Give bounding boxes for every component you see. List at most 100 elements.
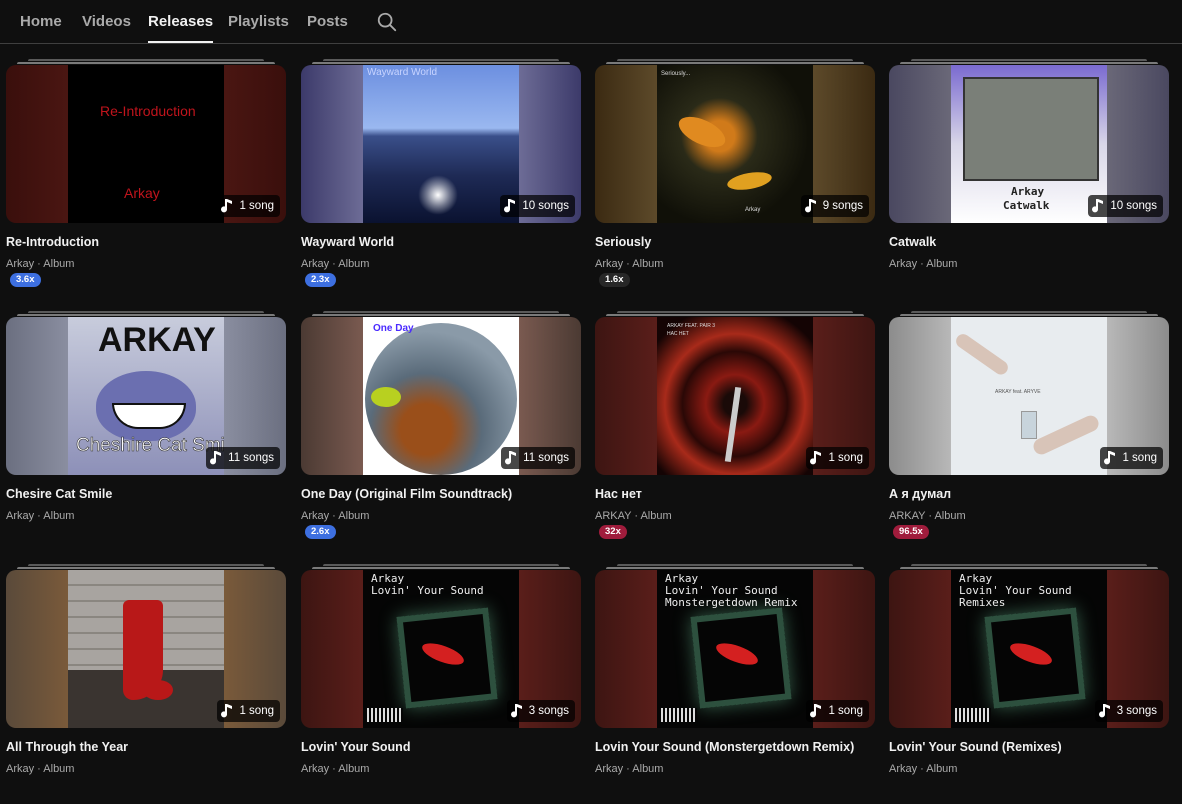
release-title[interactable]: Wayward World	[301, 235, 394, 249]
stack-edge	[323, 311, 559, 313]
release-title[interactable]: А я думал	[889, 487, 951, 501]
release-title[interactable]: Chesire Cat Smile	[6, 487, 112, 501]
music-note-icon	[210, 451, 222, 465]
song-count: 3 songs	[528, 705, 569, 717]
album-art	[68, 570, 224, 728]
art-text: Arkay	[1011, 185, 1045, 198]
release-card[interactable]: Wayward World 10 songs Wayward World Ark…	[301, 59, 581, 299]
album-thumbnail[interactable]: ARKAY Cheshire Cat Smile 11 songs	[6, 317, 286, 475]
music-note-icon	[504, 199, 516, 213]
song-count: 9 songs	[822, 200, 863, 212]
release-meta: Arkay · Album	[595, 763, 664, 775]
album-art: ARKAY FEAT. PAIR 3 НАС НЕТ	[657, 317, 813, 475]
release-card[interactable]: Arkay Catwalk 10 songs Catwalk Arkay · A…	[889, 59, 1169, 299]
music-note-icon	[1104, 451, 1116, 465]
tab-videos[interactable]: Videos	[82, 13, 131, 43]
thumbnail-backdrop	[595, 570, 657, 728]
stack-edge	[323, 59, 559, 61]
release-title[interactable]: One Day (Original Film Soundtrack)	[301, 487, 512, 501]
tab-home[interactable]: Home	[20, 13, 62, 43]
album-art: ARKAY Cheshire Cat Smile	[68, 317, 224, 475]
song-count: 11 songs	[228, 452, 274, 464]
release-card[interactable]: 1 song All Through the Year Arkay · Albu…	[6, 564, 286, 804]
thumbnail-backdrop	[301, 570, 363, 728]
album-thumbnail[interactable]: Arkay Lovin' Your Sound 3 songs	[301, 570, 581, 728]
song-count: 3 songs	[1116, 705, 1157, 717]
release-title[interactable]: Catwalk	[889, 235, 936, 249]
release-title[interactable]: Lovin' Your Sound	[301, 740, 410, 754]
release-card[interactable]: Re-Introduction Arkay 1 song Re-Introduc…	[6, 59, 286, 299]
song-count-badge: 1 song	[1100, 447, 1163, 469]
release-card[interactable]: Arkay Lovin' Your Sound Remixes 3 songs Lo…	[889, 564, 1169, 804]
release-meta: Arkay · Album	[6, 510, 75, 522]
album-thumbnail[interactable]: One Day 11 songs	[301, 317, 581, 475]
album-art: Arkay Lovin' Your Sound	[363, 570, 519, 728]
release-card[interactable]: Seriously... Arkay 9 songs Seriously Ark…	[595, 59, 875, 299]
release-meta: Arkay · Album	[301, 763, 370, 775]
speed-badge: 96.5x	[893, 525, 929, 539]
release-card[interactable]: Arkay Lovin' Your Sound Monstergetdown Rem…	[595, 564, 875, 804]
stack-edge	[900, 62, 1158, 64]
speed-badge: 2.3x	[305, 273, 336, 287]
stack-edge	[606, 567, 864, 569]
thumbnail-backdrop	[889, 65, 951, 223]
release-card[interactable]: ARKAY feat. ARYVE 1 song А я думал ARKAY…	[889, 311, 1169, 551]
release-card[interactable]: ARKAY FEAT. PAIR 3 НАС НЕТ 1 song Нас не…	[595, 311, 875, 551]
stack-edge	[28, 564, 264, 566]
album-thumbnail[interactable]: 1 song	[6, 570, 286, 728]
music-note-icon	[1092, 199, 1104, 213]
music-note-icon	[221, 199, 233, 213]
stack-edge	[28, 311, 264, 313]
song-count-badge: 10 songs	[500, 195, 575, 217]
release-meta: Arkay · Album	[6, 763, 75, 775]
tab-posts[interactable]: Posts	[307, 13, 348, 43]
album-thumbnail[interactable]: Arkay Catwalk 10 songs	[889, 65, 1169, 223]
album-thumbnail[interactable]: ARKAY feat. ARYVE 1 song	[889, 317, 1169, 475]
stack-edge	[617, 564, 853, 566]
release-title[interactable]: Re-Introduction	[6, 235, 99, 249]
tab-playlists[interactable]: Playlists	[228, 13, 289, 43]
thumbnail-backdrop	[6, 65, 68, 223]
stack-edge	[900, 567, 1158, 569]
art-text: ARKAY	[98, 321, 216, 359]
release-card[interactable]: ARKAY Cheshire Cat Smile 11 songs Chesir…	[6, 311, 286, 551]
release-card[interactable]: One Day 11 songs One Day (Original Film …	[301, 311, 581, 551]
song-count-badge: 10 songs	[1088, 195, 1163, 217]
art-text: Arkay	[124, 185, 160, 201]
music-note-icon	[810, 451, 822, 465]
art-text: Wayward World	[367, 67, 438, 78]
album-art: Arkay Lovin' Your Sound Remixes	[951, 570, 1107, 728]
release-title[interactable]: All Through the Year	[6, 740, 128, 754]
song-count: 1 song	[239, 200, 274, 212]
album-thumbnail[interactable]: Arkay Lovin' Your Sound Remixes 3 songs	[889, 570, 1169, 728]
album-thumbnail[interactable]: Re-Introduction Arkay 1 song	[6, 65, 286, 223]
album-thumbnail[interactable]: Wayward World 10 songs	[301, 65, 581, 223]
release-meta: Arkay · Album	[301, 258, 370, 270]
song-count-badge: 3 songs	[1094, 700, 1163, 722]
song-count: 11 songs	[523, 452, 569, 464]
album-thumbnail[interactable]: ARKAY FEAT. PAIR 3 НАС НЕТ 1 song	[595, 317, 875, 475]
album-art: ARKAY feat. ARYVE	[951, 317, 1107, 475]
thumbnail-backdrop	[889, 570, 951, 728]
release-meta: ARKAY · Album	[595, 510, 672, 522]
stack-edge	[911, 311, 1147, 313]
release-title[interactable]: Lovin Your Sound (Monstergetdown Remix)	[595, 740, 854, 754]
art-text: Remixes	[959, 596, 1006, 609]
album-thumbnail[interactable]: Arkay Lovin' Your Sound Monstergetdown Rem…	[595, 570, 875, 728]
release-title[interactable]: Lovin' Your Sound (Remixes)	[889, 740, 1062, 754]
channel-tabs: Home Videos Releases Playlists Posts	[0, 0, 1182, 44]
search-icon[interactable]	[376, 11, 398, 33]
song-count-badge: 1 song	[217, 700, 280, 722]
release-title[interactable]: Seriously	[595, 235, 651, 249]
release-card[interactable]: Arkay Lovin' Your Sound 3 songs Lovin' Yo…	[301, 564, 581, 804]
release-title[interactable]: Нас нет	[595, 487, 642, 501]
stack-edge	[911, 564, 1147, 566]
thumbnail-backdrop	[889, 317, 951, 475]
tab-releases[interactable]: Releases	[148, 13, 214, 43]
song-count-badge: 1 song	[806, 700, 869, 722]
album-thumbnail[interactable]: Seriously... Arkay 9 songs	[595, 65, 875, 223]
song-count-badge: 11 songs	[501, 447, 575, 469]
release-meta: Arkay · Album	[889, 763, 958, 775]
speed-badge: 2.6x	[305, 525, 336, 539]
release-meta: Arkay · Album	[889, 258, 958, 270]
